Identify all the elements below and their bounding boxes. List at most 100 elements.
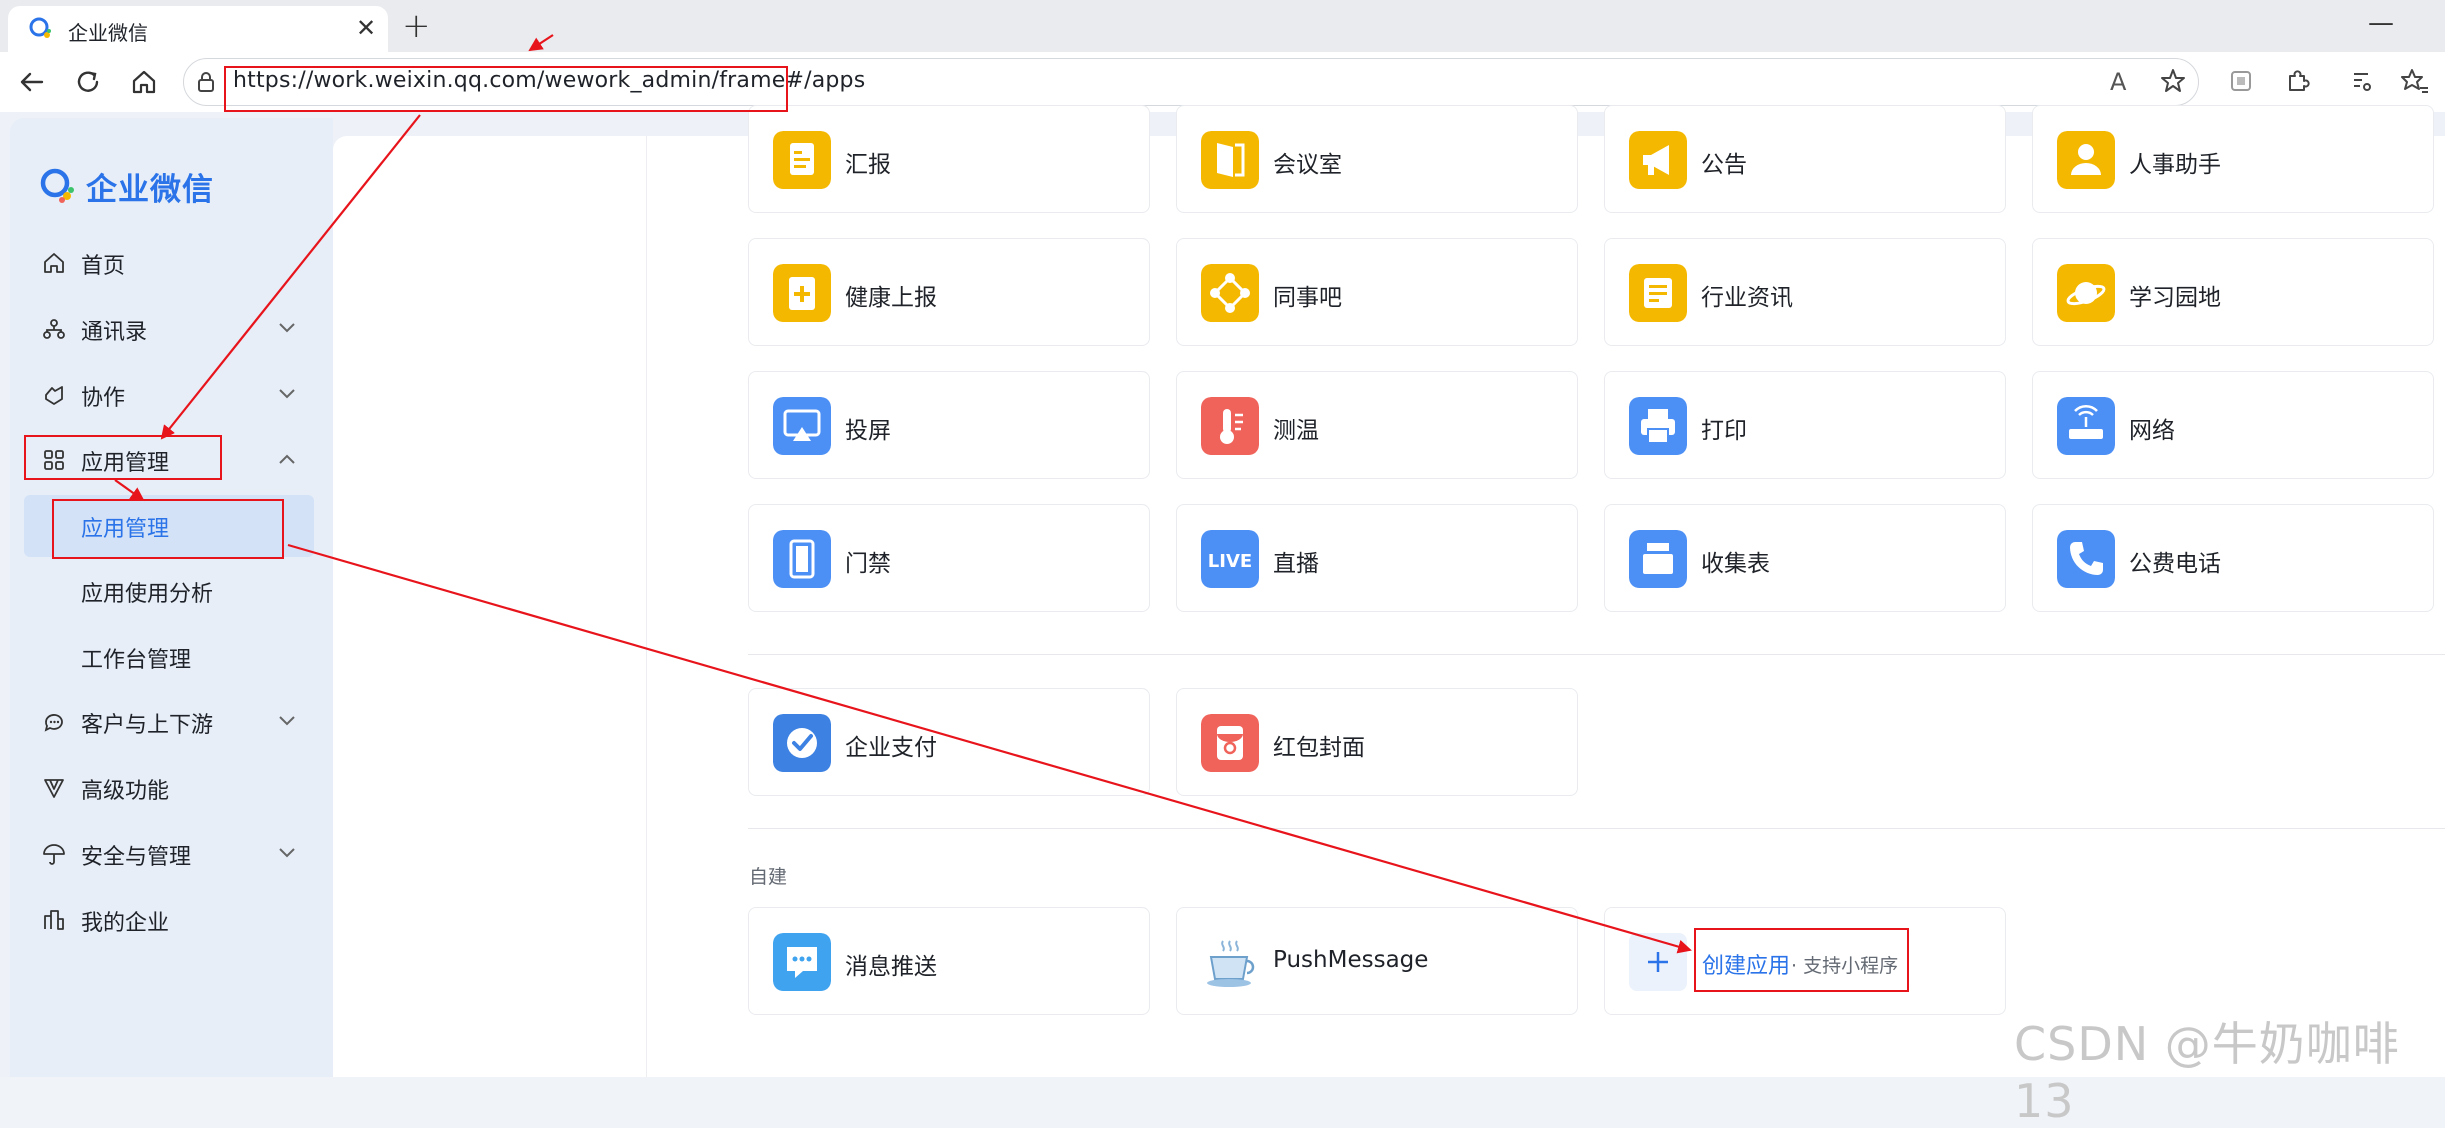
app-card-hr-assistant[interactable]: 人事助手 (2032, 105, 2434, 213)
sidebar-item-label: 高级功能 (81, 779, 170, 804)
app-card-learning[interactable]: 学习园地 (2032, 238, 2434, 346)
read-aloud-icon[interactable]: A (2110, 68, 2126, 96)
sidebar-item-contacts[interactable]: 通讯录 (24, 301, 314, 357)
favorite-star-icon[interactable] (2158, 66, 2188, 96)
app-card-label: 行业资讯 (1701, 285, 1793, 311)
sidebar-item-advanced[interactable]: 高级功能 (24, 760, 314, 816)
reload-icon[interactable] (70, 64, 106, 100)
planet-icon (2057, 264, 2115, 322)
umbrella-icon (43, 844, 65, 865)
app-card-network[interactable]: 网络 (2032, 371, 2434, 479)
chevron-down-icon (279, 389, 295, 399)
sidebar-item-label: 首页 (81, 254, 126, 279)
contacts-icon (43, 319, 65, 339)
app-card-label: 消息推送 (845, 954, 937, 980)
sidebar-subitem-label: 工作台管理 (81, 648, 192, 673)
app-card-industry-news[interactable]: 行业资讯 (1604, 238, 2006, 346)
csdn-watermark: CSDN @牛奶咖啡13 (2014, 1017, 2400, 1128)
live-icon: LIVE (1201, 530, 1259, 588)
app-card-announcement[interactable]: 公告 (1604, 105, 2006, 213)
building-icon (44, 910, 64, 930)
app-card-pushmessage[interactable]: PushMessage (1176, 907, 1578, 1015)
app-card-enterprise-payment[interactable]: 企业支付 (748, 688, 1150, 796)
app-card-message-push[interactable]: 消息推送 (748, 907, 1150, 1015)
section-divider (748, 654, 2445, 655)
inbox-icon (1629, 530, 1687, 588)
news-icon (1629, 264, 1687, 322)
extensions-puzzle-icon[interactable] (2282, 66, 2312, 96)
favorites-list-icon[interactable] (2400, 66, 2430, 96)
app-card-screen-cast[interactable]: 投屏 (748, 371, 1150, 479)
plus-icon (1648, 952, 1668, 972)
person-icon (2057, 131, 2115, 189)
sidebar-item-security[interactable]: 安全与管理 (24, 826, 314, 882)
report-icon (773, 131, 831, 189)
app-card-label: 收集表 (1701, 551, 1770, 577)
chevron-down-icon (279, 323, 295, 333)
app-card-label: 打印 (1701, 418, 1747, 444)
media-control-icon[interactable] (2346, 66, 2376, 96)
gate-icon (773, 530, 831, 588)
app-card-live[interactable]: LIVE 直播 (1176, 504, 1578, 612)
app-card-label: 会议室 (1273, 152, 1342, 178)
coffee-cup-icon (1201, 933, 1259, 991)
app-card-label: 门禁 (845, 551, 891, 577)
wecom-favicon-icon (29, 17, 51, 38)
lock-icon[interactable] (196, 71, 216, 93)
app-card-label: 公费电话 (2129, 551, 2221, 577)
sidebar-item-collaboration[interactable]: 协作 (24, 367, 314, 423)
app-card-label: 汇报 (845, 152, 891, 178)
annotation-box-sub-app-management (52, 499, 284, 559)
sidebar-item-my-company[interactable]: 我的企业 (24, 892, 314, 948)
tab-title: 企业微信 (68, 21, 148, 45)
browser-tab-bar: 企业微信 ✕ + — (0, 0, 2445, 52)
sidebar-subitem-workbench-management[interactable]: 工作台管理 (24, 626, 314, 688)
app-card-label: PushMessage (1273, 947, 1429, 973)
payment-icon (773, 714, 831, 772)
home-icon (44, 253, 64, 273)
section-divider (748, 828, 2445, 829)
sidebar-item-label: 协作 (81, 386, 126, 411)
browser-tab[interactable]: 企业微信 ✕ (8, 6, 388, 52)
app-card-print[interactable]: 打印 (1604, 371, 2006, 479)
back-arrow-icon[interactable] (14, 64, 50, 100)
app-card-report[interactable]: 汇报 (748, 105, 1150, 213)
annotation-box-create-app (1694, 928, 1909, 992)
annotation-box-app-management (24, 435, 222, 480)
chevron-down-icon (279, 716, 295, 726)
tab-close-icon[interactable]: ✕ (356, 14, 376, 42)
health-clipboard-icon (773, 264, 831, 322)
window-minimize-icon[interactable]: — (2368, 8, 2394, 38)
new-tab-icon[interactable]: + (402, 6, 431, 46)
message-icon (773, 933, 831, 991)
extension-box-icon[interactable] (2226, 66, 2256, 96)
app-card-label: 测温 (1273, 418, 1319, 444)
app-card-colleague-forum[interactable]: 同事吧 (1176, 238, 1578, 346)
app-card-public-phone[interactable]: 公费电话 (2032, 504, 2434, 612)
annotation-box-url (224, 66, 788, 112)
wecom-logo-icon (40, 168, 74, 203)
sidebar-subitem-app-usage-analysis[interactable]: 应用使用分析 (24, 560, 314, 622)
app-card-access-control[interactable]: 门禁 (748, 504, 1150, 612)
home-browser-icon[interactable] (126, 64, 162, 100)
app-card-health-report[interactable]: 健康上报 (748, 238, 1150, 346)
thermometer-icon (1201, 397, 1259, 455)
app-card-temperature[interactable]: 测温 (1176, 371, 1578, 479)
sidebar-item-customers[interactable]: 客户与上下游 (24, 694, 314, 750)
sidebar-item-home[interactable]: 首页 (24, 235, 314, 291)
phone-icon (2057, 530, 2115, 588)
app-card-label: 投屏 (845, 418, 891, 444)
app-card-red-packet-cover[interactable]: 红包封面 (1176, 688, 1578, 796)
chevron-down-icon (279, 848, 295, 858)
chevron-up-icon (279, 454, 295, 464)
app-card-meeting-room[interactable]: 会议室 (1176, 105, 1578, 213)
app-card-collection-form[interactable]: 收集表 (1604, 504, 2006, 612)
create-app-plus-tile[interactable] (1629, 933, 1687, 991)
app-card-label: 企业支付 (845, 735, 937, 761)
collaboration-icon (45, 386, 63, 405)
app-card-label: 红包封面 (1273, 735, 1365, 761)
megaphone-icon (1629, 131, 1687, 189)
door-icon (1201, 131, 1259, 189)
app-card-label: 网络 (2129, 418, 2175, 444)
app-card-label: 直播 (1273, 551, 1319, 577)
